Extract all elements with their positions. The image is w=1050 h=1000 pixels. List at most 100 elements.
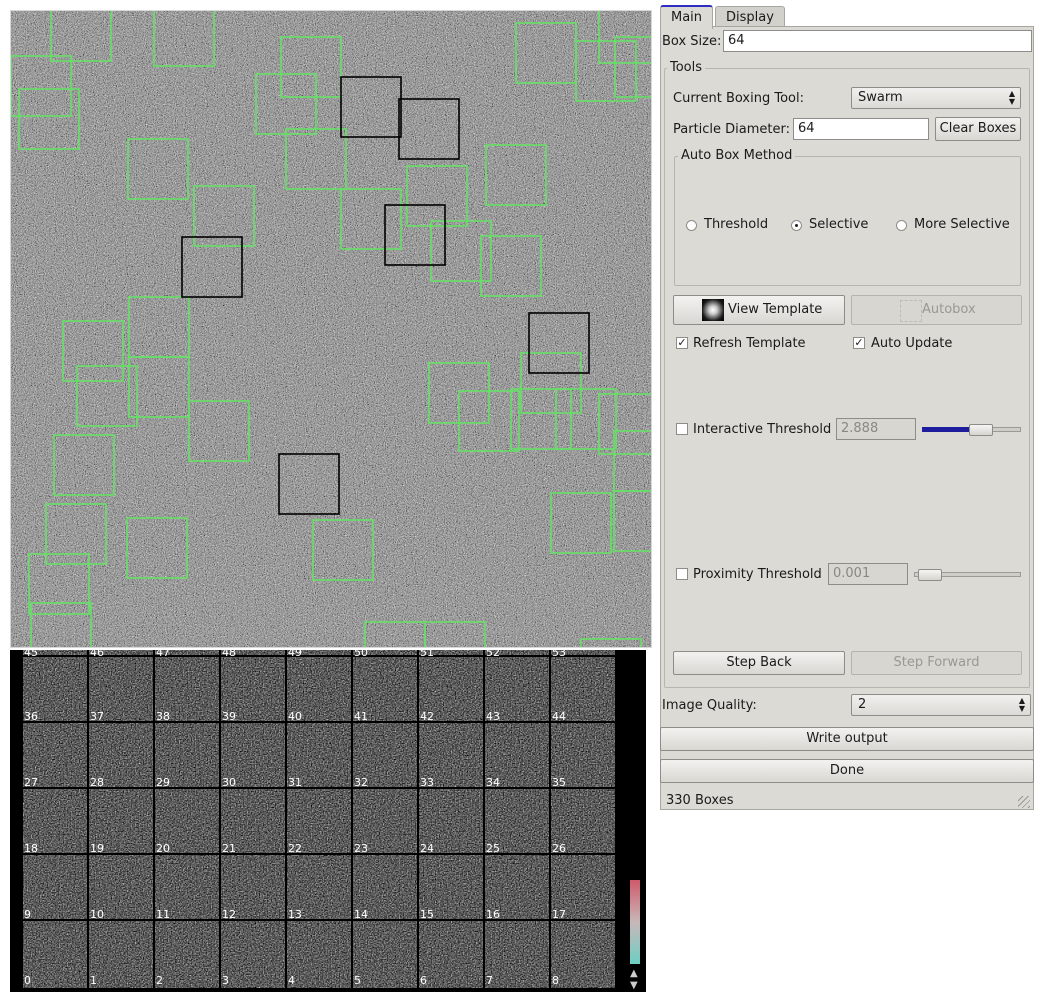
step-back-button[interactable]: Step Back [673,651,845,675]
thumbnail-index: 15 [420,908,434,921]
thumbnail-index: 31 [288,776,302,789]
thumbnail-index: 41 [354,710,368,723]
status-text: 330 Boxes [666,793,734,808]
thumbnail-index: 37 [90,710,104,723]
thumbnail-index: 24 [420,842,434,855]
tab-main[interactable]: Main [660,5,714,29]
thumbnail-index: 53 [552,650,566,659]
thumbnail-index: 50 [354,650,368,659]
image-quality-select[interactable]: 2 ▲ ▼ [851,694,1031,716]
particle-thumbnail-grid[interactable]: 45 46 47 48 49 50 51 52 53 36 37 38 39 40 41 42 43 44 27 28… [10,650,646,992]
thumbnail-index: 16 [486,908,500,921]
radio-more-selective-label: More Selective [914,217,1010,232]
proximity-threshold-label: Proximity Threshold [693,567,822,582]
radio-more-selective[interactable] [896,220,907,231]
template-preview-icon [702,299,724,321]
thumbnail-index: 29 [156,776,170,789]
thumbnail-index: 35 [552,776,566,789]
micrograph-view[interactable] [10,10,652,648]
thumbnail-index: 4 [288,974,295,987]
thumbnail-index: 33 [420,776,434,789]
thumbnail-index: 5 [354,974,361,987]
thumbnail-index: 48 [222,650,236,659]
thumbnail-index: 44 [552,710,566,723]
thumbnail-index: 40 [288,710,302,723]
image-quality-value: 2 [858,697,867,712]
thumbnail-index: 45 [24,650,38,659]
boxing-tool-label: Current Boxing Tool: [673,91,804,106]
thumbnail-index: 39 [222,710,236,723]
clear-boxes-button[interactable]: Clear Boxes [935,117,1021,141]
thumbnail-index: 21 [222,842,236,855]
thumbnail-index: 11 [156,908,170,921]
radio-selective-label: Selective [809,217,869,232]
interactive-threshold-fill [922,427,975,432]
box-size-label: Box Size: [662,34,722,49]
thumbnail-index: 28 [90,776,104,789]
thumbnail-index: 47 [156,650,170,659]
thumbnail-index: 30 [222,776,236,789]
thumbnail-index: 3 [222,974,229,987]
interactive-threshold-checkbox[interactable] [676,423,688,435]
write-output-button[interactable]: Write output [660,727,1034,751]
image-quality-label: Image Quality: [662,698,757,713]
thumbnail-index: 20 [156,842,170,855]
refresh-template-label: Refresh Template [693,336,806,351]
micrograph-noise [11,11,651,647]
view-template-button[interactable]: View Template [673,295,845,325]
scroll-up-icon[interactable]: ▲ [630,968,638,979]
proximity-threshold-checkbox[interactable] [676,568,688,580]
refresh-template-checkbox[interactable]: ✓ [676,337,688,349]
auto-update-label: Auto Update [871,336,953,351]
box-size-field[interactable]: 64 [723,30,1032,52]
view-template-label: View Template [728,302,823,317]
thumbnail-index: 18 [24,842,38,855]
thumbnail-index: 0 [24,974,31,987]
thumbnail-index: 6 [420,974,427,987]
auto-box-method-title: Auto Box Method [678,148,796,163]
thumbnail-index: 14 [354,908,368,921]
radio-selective[interactable] [791,220,802,231]
thumbnail-index: 23 [354,842,368,855]
thumbnail-index: 17 [552,908,566,921]
spin-arrows-icon: ▲ ▼ [1008,89,1015,106]
proximity-threshold-field[interactable]: 0.001 [828,563,908,585]
thumbnail-index: 1 [90,974,97,987]
tab-display[interactable]: Display [715,6,785,28]
proximity-threshold-handle[interactable] [918,569,942,581]
autobox-label: Autobox [922,302,976,317]
resize-grip-icon[interactable] [1018,796,1030,808]
thumbnail-index: 36 [24,710,38,723]
radio-threshold[interactable] [686,220,697,231]
scroll-down-icon[interactable]: ▼ [630,980,638,991]
colormap-bar [630,880,640,964]
tools-group-title: Tools [667,60,706,75]
micrograph-canvas[interactable] [11,11,651,647]
step-forward-button[interactable]: Step Forward [851,651,1022,675]
particle-diameter-field[interactable]: 64 [793,118,929,140]
thumbnail-index: 8 [552,974,559,987]
thumbnail-index: 34 [486,776,500,789]
thumbnail-index: 43 [486,710,500,723]
radio-threshold-label: Threshold [704,217,769,232]
auto-update-checkbox[interactable]: ✓ [853,337,865,349]
particle-grid-canvas[interactable]: 45 46 47 48 49 50 51 52 5336 37 38 39 40 41 42 43 4427 28… [10,650,646,992]
spin-arrows-icon: ▲ ▼ [1018,696,1025,713]
interactive-threshold-handle[interactable] [969,424,993,436]
thumbnail-index: 9 [24,908,31,921]
thumbnail-index: 49 [288,650,302,659]
thumbnail-index: 7 [486,974,493,987]
thumbnail-index: 2 [156,974,163,987]
boxing-tool-value: Swarm [858,90,903,105]
particle-diameter-label: Particle Diameter: [673,122,791,137]
interactive-threshold-field[interactable]: 2.888 [836,418,916,440]
thumbnail-index: 38 [156,710,170,723]
done-button[interactable]: Done [660,759,1034,783]
thumbnail-index: 19 [90,842,104,855]
autobox-button[interactable]: Autobox [851,295,1022,325]
thumbnail-index: 46 [90,650,104,659]
thumbnail-index: 27 [24,776,38,789]
boxing-tool-select[interactable]: Swarm ▲ ▼ [851,87,1021,109]
thumbnail-index: 10 [90,908,104,921]
thumbnail-index: 52 [486,650,500,659]
